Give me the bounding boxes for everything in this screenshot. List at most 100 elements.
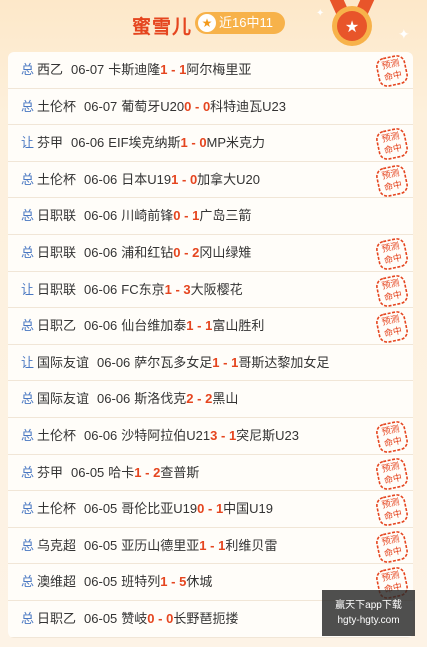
match-date: 06-06	[84, 427, 118, 443]
match-league: 日职联	[37, 281, 77, 297]
match-league: 日职联	[37, 244, 77, 260]
match-tag: 让	[21, 135, 35, 151]
hit-stamp-icon: 预测命中	[376, 421, 408, 453]
hit-stamp-icon: 预测命中	[376, 238, 408, 270]
home-score: 0	[173, 208, 181, 224]
match-list: 总西乙 06-07 卡斯迪隆1 - 1阿尔梅里亚 预测 命中总土伦杯 06-07 葡萄牙U2…	[8, 52, 413, 638]
match-tag: 总	[21, 464, 35, 480]
home-team: 斯洛伐克	[134, 391, 187, 407]
score-separator: -	[178, 171, 190, 187]
match-league: 国际友谊	[37, 391, 90, 407]
home-team: 班特列	[121, 574, 161, 590]
score-separator: -	[217, 427, 229, 443]
away-team: 冈山绿雉	[199, 244, 252, 260]
stamp-text: 预测	[381, 131, 401, 146]
hit-stamp-icon: 预测命中	[376, 530, 408, 563]
match-tag: 总	[21, 501, 35, 517]
match-row[interactable]: 总日职乙 06-06 仙台维加泰1 - 1富山胜利 预测 命中	[8, 308, 413, 345]
match-date: 06-05	[84, 610, 118, 626]
home-team: 沙特阿拉伯U21	[121, 427, 211, 443]
stamp-text: 预测	[381, 423, 401, 438]
match-row[interactable]: 总西乙 06-07 卡斯迪隆1 - 1阿尔梅里亚 预测 命中	[8, 52, 413, 89]
home-score: 1	[164, 281, 172, 297]
away-team: 利维贝雷	[225, 537, 278, 553]
match-league: 日职联	[37, 208, 77, 224]
home-team: 亚历山德里亚	[121, 537, 200, 553]
home-team: FC东京	[121, 281, 165, 297]
home-score: 1	[186, 318, 194, 334]
score-separator: -	[154, 610, 167, 626]
match-row[interactable]: 总日职联 06-06 川崎前锋0 - 1广岛三箭	[8, 198, 413, 235]
home-team: 哈卡	[108, 464, 135, 480]
match-league: 芬甲	[37, 464, 64, 480]
match-league: 乌克超	[37, 537, 77, 553]
away-team: 加拿大U20	[197, 171, 261, 187]
stamp-text: 预测	[381, 460, 401, 475]
match-row[interactable]: 让日职联 06-06 FC东京1 - 3大阪樱花 预测 命中	[8, 272, 413, 309]
match-tag: 总	[21, 537, 35, 553]
match-row[interactable]: 总国际友谊 06-06 斯洛伐克2 - 2黑山	[8, 381, 413, 418]
match-date: 06-06	[84, 318, 118, 334]
match-row[interactable]: 让国际友谊 06-06 萨尔瓦多女足1 - 1哥斯达黎加女足	[8, 345, 413, 382]
match-tag: 让	[21, 354, 35, 370]
away-team: 阿尔梅里亚	[186, 62, 252, 77]
match-row[interactable]: 总土伦杯 06-06 沙特阿拉伯U213 - 1突尼斯U23 预测 命中	[8, 418, 413, 455]
stamp-text: 预测	[381, 314, 401, 329]
sparkle-icon: ✦	[316, 8, 325, 19]
score-separator: -	[219, 354, 232, 370]
home-team: 川崎前锋	[121, 208, 174, 224]
score-separator: -	[180, 244, 193, 260]
match-date: 06-06	[84, 244, 118, 260]
watermark-line1: 赢天下app下载	[335, 600, 402, 611]
home-score: 1	[212, 354, 220, 370]
match-row[interactable]: 总土伦杯 06-07 葡萄牙U200 - 0科特迪瓦U23	[8, 89, 413, 126]
header: 蜜雪儿 ★ 近16中11 ★ ✦ ✦	[0, 0, 427, 50]
match-row[interactable]: 总土伦杯 06-05 哥伦比亚U190 - 1中国U19 预测 命中	[8, 491, 413, 528]
match-league: 日职乙	[37, 318, 77, 334]
match-tag: 总	[21, 391, 35, 407]
match-date: 06-06	[84, 281, 118, 297]
match-row[interactable]: 总日职联 06-06 浦和红钻0 - 2冈山绿雉 预测 命中	[8, 235, 413, 272]
score-separator: -	[171, 281, 184, 297]
home-team: 葡萄牙U20	[121, 98, 185, 114]
home-score: 0	[147, 610, 155, 626]
hit-stamp-icon: 预测命中	[376, 164, 408, 197]
star-icon: ★	[198, 14, 216, 32]
away-team: 黑山	[212, 391, 239, 407]
svg-text:★: ★	[345, 17, 359, 36]
stamp-text: 预测	[381, 240, 401, 255]
match-date: 06-05	[84, 574, 118, 590]
match-league: 澳维超	[37, 574, 77, 590]
home-score: 1	[160, 574, 168, 590]
score-separator: -	[206, 537, 219, 553]
score-separator: -	[204, 501, 216, 517]
stamp-text: 预测	[381, 167, 401, 182]
match-date: 06-05	[84, 537, 118, 553]
match-row[interactable]: 让芬甲 06-06 EIF埃克纳斯1 - 0MP米克力 预测 命中	[8, 125, 413, 162]
match-row[interactable]: 总乌克超 06-05 亚历山德里亚1 - 1利维贝雷 预测 命中	[8, 528, 413, 565]
home-score: 2	[186, 391, 194, 407]
hit-stamp-icon: 预测命中	[376, 494, 408, 527]
home-score: 1	[134, 464, 142, 480]
stamp-text: 预测	[381, 533, 401, 548]
home-team: 哥伦比亚U19	[121, 501, 198, 517]
home-score: 1	[180, 135, 188, 151]
match-league: 土伦杯	[37, 501, 77, 517]
away-team: 哥斯达黎加女足	[238, 354, 330, 370]
score-separator: -	[193, 391, 206, 407]
match-date: 06-06	[84, 208, 118, 224]
watermark: 赢天下app下载 hgty-hgty.com	[322, 590, 415, 636]
match-tag: 总	[21, 208, 35, 224]
away-team: MP米克力	[206, 135, 266, 151]
match-date: 06-07	[71, 62, 105, 77]
match-row[interactable]: 总土伦杯 06-06 日本U191 - 0加拿大U20 预测 命中	[8, 162, 413, 199]
score-separator: -	[141, 464, 154, 480]
home-team: 萨尔瓦多女足	[134, 354, 213, 370]
match-date: 06-07	[84, 98, 118, 114]
hit-stamp-icon: 预测命中	[376, 128, 408, 161]
watermark-line2: hgty-hgty.com	[337, 615, 400, 626]
hit-stamp-icon: 预测命中	[376, 274, 408, 307]
match-row[interactable]: 总芬甲 06-05 哈卡1 - 2查普斯 预测 命中	[8, 455, 413, 492]
match-tag: 总	[21, 98, 35, 114]
match-tag: 总	[21, 244, 35, 260]
